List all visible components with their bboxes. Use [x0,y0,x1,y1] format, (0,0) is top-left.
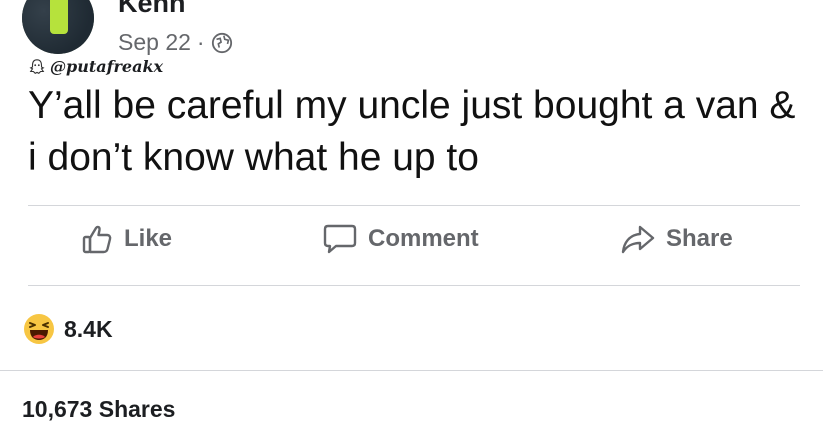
meta-separator: · [196,29,205,55]
haha-emoji-icon [24,314,54,344]
comment-label: Comment [368,225,479,252]
avatar[interactable] [22,0,94,54]
share-label: Share [666,225,733,252]
snapchat-ghost-icon [29,58,45,74]
divider [0,370,823,371]
like-label: Like [124,225,173,252]
watermark-handle: @putafreakx [50,57,164,76]
comment-button[interactable]: Comment [322,222,479,256]
watermark: @putafreakx [28,57,163,76]
post-meta: Sep 22 · [118,29,233,56]
share-arrow-icon [621,225,655,254]
post-text: Y’all be careful my uncle just bought a … [28,84,796,179]
avatar-figure [50,0,68,34]
like-button[interactable]: Like [80,222,172,256]
reaction-count: 8.4K [64,315,113,342]
action-bar: Like Comment Share [0,222,823,268]
divider [28,205,800,206]
author-name[interactable]: Kenn [118,0,186,19]
comment-bubble-icon [323,224,357,254]
reactions-summary[interactable]: 8.4K [22,312,113,346]
globe-icon [211,32,232,53]
divider [28,285,800,286]
share-count[interactable]: 10,673 Shares [22,396,175,423]
thumbs-up-icon [82,225,112,254]
share-button[interactable]: Share [620,222,733,256]
post-date[interactable]: Sep 22 [118,29,191,56]
